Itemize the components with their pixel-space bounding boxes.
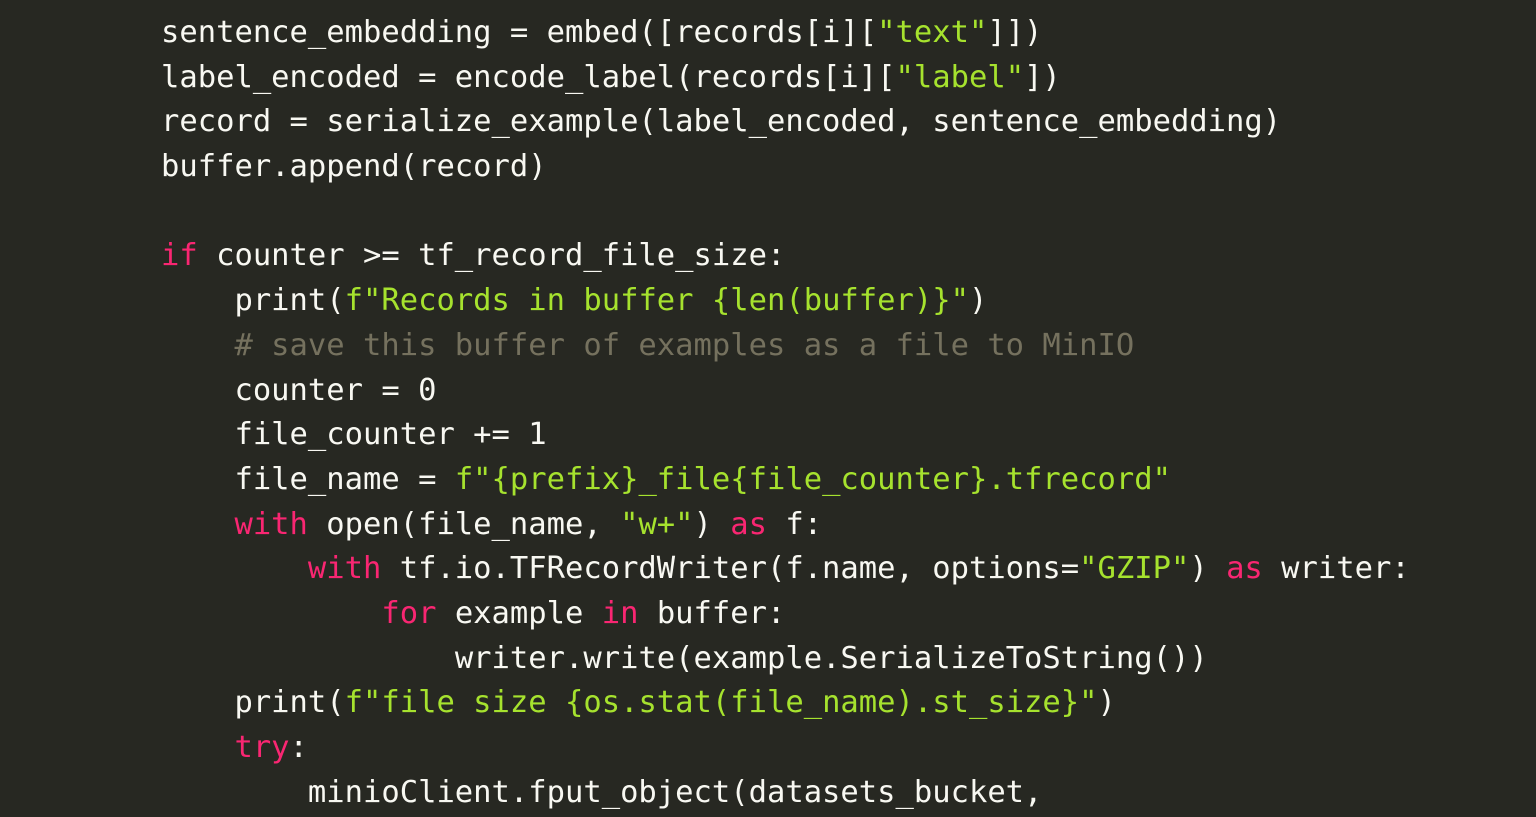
- indentation: [161, 730, 234, 765]
- indentation: [161, 417, 234, 452]
- code-text: print(: [234, 283, 345, 319]
- code-line: # save this buffer of examples as a file…: [161, 324, 1410, 369]
- code-text: :: [289, 730, 308, 765]
- code-line: with open(file_name, "w+") as f:: [161, 503, 1410, 548]
- code-keyword: with: [234, 506, 308, 542]
- code-text: counter = 0: [234, 372, 437, 408]
- code-line: minioClient.fput_object(datasets_bucket,: [161, 771, 1410, 816]
- code-text: f:: [767, 506, 823, 542]
- indentation: [161, 462, 234, 497]
- code-line: try:: [161, 726, 1410, 771]
- code-line: writer.write(example.SerializeToString()…: [161, 637, 1410, 682]
- code-text: buffer.append(record): [161, 149, 547, 185]
- code-text: ): [693, 506, 731, 542]
- code-text: file_counter += 1: [234, 417, 547, 453]
- indentation: [161, 596, 381, 631]
- code-line: file_name = f"{prefix}_file{file_counter…: [161, 458, 1410, 503]
- code-text: ): [1189, 551, 1227, 587]
- code-text: ]]): [987, 15, 1043, 50]
- code-line: print(f"file size {os.stat(file_name).st…: [161, 681, 1410, 726]
- code-string: f"Records in buffer {len(buffer)}": [344, 283, 969, 319]
- code-text: label_encoded = encode_label(records[i][: [161, 59, 896, 95]
- code-text: print(: [234, 685, 345, 721]
- code-string: "GZIP": [1079, 551, 1190, 587]
- code-keyword: with: [307, 551, 382, 587]
- indentation: [161, 551, 308, 586]
- code-text: buffer:: [638, 595, 786, 631]
- code-line: with tf.io.TFRecordWriter(f.name, option…: [161, 547, 1410, 592]
- code-text: sentence_embedding = embed([records[i][: [161, 15, 878, 50]
- code-string: f"{prefix}_file{file_counter}.tfrecord": [454, 461, 1171, 497]
- code-text: minioClient.fput_object(datasets_bucket,: [307, 774, 1043, 810]
- indentation: [161, 328, 234, 363]
- code-keyword: as: [730, 506, 767, 542]
- code-text: ): [1097, 685, 1116, 721]
- indentation: [161, 507, 234, 542]
- code-keyword: as: [1226, 551, 1263, 587]
- code-line: file_counter += 1: [161, 413, 1410, 458]
- code-string: "label": [895, 59, 1025, 95]
- indentation: [161, 775, 308, 810]
- code-text: tf.io.TFRecordWriter(f.name, options=: [381, 551, 1080, 587]
- code-line: print(f"Records in buffer {len(buffer)}"…: [161, 279, 1410, 324]
- code-line: for example in buffer:: [161, 592, 1410, 637]
- code-keyword: for: [381, 595, 437, 631]
- indentation: [161, 685, 234, 720]
- code-line: counter = 0: [161, 369, 1410, 414]
- code-text: record = serialize_example(label_encoded…: [161, 104, 1282, 140]
- code-string: f"file size {os.stat(file_name).st_size}…: [344, 685, 1098, 721]
- code-line: record = serialize_example(label_encoded…: [161, 100, 1410, 145]
- code-text: writer.write(example.SerializeToString()…: [454, 640, 1208, 676]
- indentation: [161, 373, 234, 408]
- code-editor[interactable]: sentence_embedding = embed([records[i]["…: [0, 0, 1536, 817]
- code-string: "text": [877, 15, 988, 50]
- code-keyword: try: [234, 730, 290, 765]
- code-line: label_encoded = encode_label(records[i][…: [161, 56, 1410, 101]
- indentation: [161, 641, 455, 676]
- code-text: ]): [1024, 59, 1061, 95]
- code-text: ): [968, 283, 988, 319]
- code-text: open(file_name,: [307, 506, 621, 542]
- code-text: writer:: [1262, 551, 1410, 587]
- indentation: [161, 283, 234, 318]
- code-text: file_name =: [234, 461, 455, 497]
- code-block[interactable]: sentence_embedding = embed([records[i]["…: [161, 11, 1410, 815]
- code-keyword: in: [601, 595, 639, 631]
- code-line: sentence_embedding = embed([records[i]["…: [161, 11, 1410, 56]
- code-text: example: [436, 595, 602, 631]
- code-comment: # save this buffer of examples as a file…: [234, 327, 1135, 363]
- code-keyword: if: [161, 238, 198, 274]
- code-line: buffer.append(record): [161, 145, 1410, 190]
- code-text: counter >= tf_record_file_size:: [197, 238, 786, 274]
- code-string: "w+": [620, 506, 694, 542]
- code-line: if counter >= tf_record_file_size:: [161, 234, 1410, 279]
